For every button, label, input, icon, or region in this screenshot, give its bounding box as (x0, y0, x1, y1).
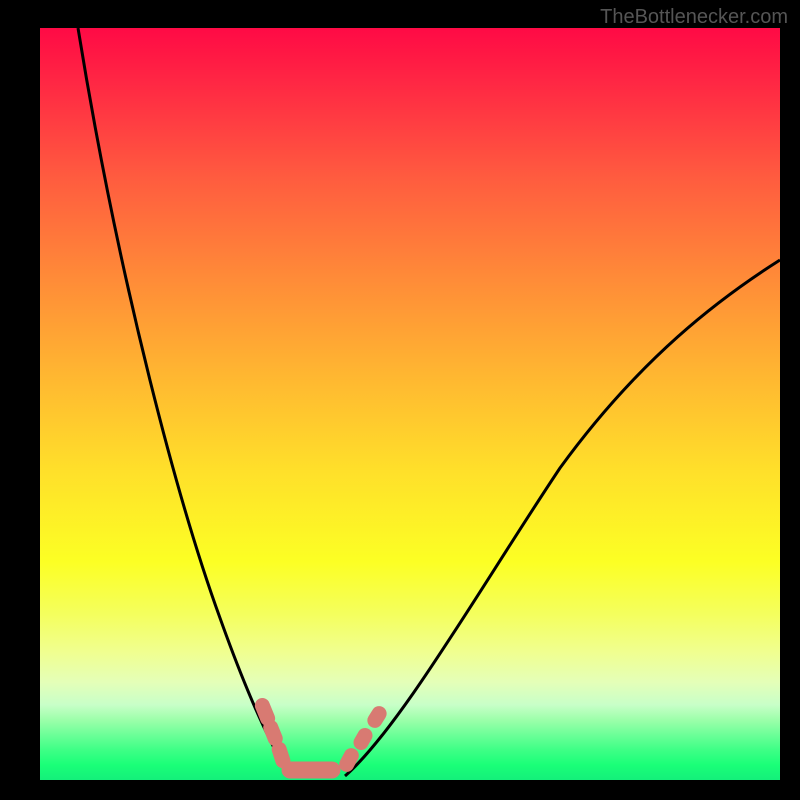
marker-group (253, 696, 389, 778)
marker-pill (282, 762, 340, 778)
left-curve (78, 28, 288, 773)
chart-svg (40, 28, 780, 780)
right-curve (345, 260, 780, 776)
marker-pill (270, 740, 291, 769)
marker-pill (337, 746, 361, 774)
marker-pill (253, 696, 276, 727)
watermark-text: TheBottlenecker.com (600, 6, 788, 29)
chart-plot-area (40, 28, 780, 780)
marker-pill (365, 704, 389, 730)
marker-pill (351, 726, 374, 752)
marker-pill (262, 718, 285, 747)
